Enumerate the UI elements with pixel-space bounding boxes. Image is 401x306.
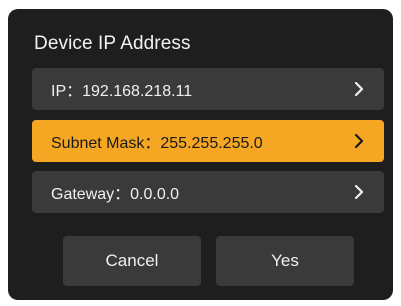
chevron-right-icon (352, 82, 366, 96)
chevron-right-icon (352, 185, 366, 199)
chevron-right-icon (352, 134, 366, 148)
yes-button[interactable]: Yes (216, 236, 354, 286)
device-ip-dialog: Device IP Address IP：192.168.218.11 Subn… (8, 9, 393, 300)
gateway-row-label: Gateway：0.0.0.0 (51, 186, 180, 203)
dialog-title: Device IP Address (34, 33, 191, 54)
gateway-row[interactable]: Gateway：0.0.0.0 (32, 171, 384, 213)
ip-row[interactable]: IP：192.168.218.11 (32, 68, 384, 110)
ip-row-label: IP：192.168.218.11 (51, 83, 193, 100)
subnet-mask-row[interactable]: Subnet Mask：255.255.255.0 (32, 120, 384, 162)
subnet-mask-row-label: Subnet Mask：255.255.255.0 (51, 135, 263, 152)
cancel-button[interactable]: Cancel (63, 236, 201, 286)
